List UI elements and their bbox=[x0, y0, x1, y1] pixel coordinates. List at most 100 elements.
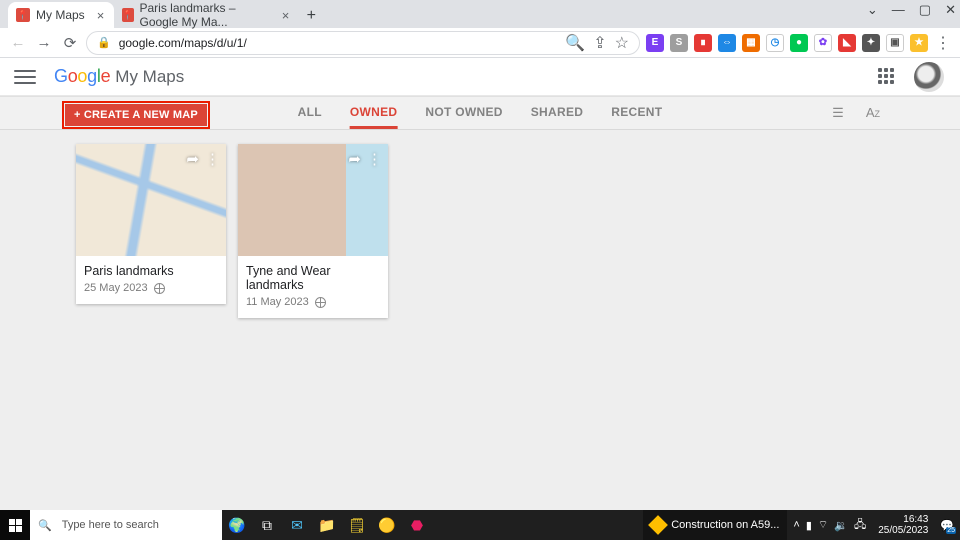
app-title: My Maps bbox=[115, 67, 184, 87]
more-icon[interactable]: ⋮ bbox=[367, 150, 382, 168]
address-bar[interactable]: 🔒 google.com/maps/d/u/1/ 🔍 ⇪ ☆ bbox=[86, 31, 640, 55]
chevron-down-icon[interactable]: ⌄ bbox=[867, 2, 878, 18]
window-titlebar: 📍 My Maps × 📍 Paris landmarks – Google M… bbox=[0, 0, 960, 28]
maximize-icon[interactable]: ▢ bbox=[919, 2, 931, 18]
close-window-icon[interactable]: ✕ bbox=[945, 2, 956, 18]
browser-tab[interactable]: 📍 Paris landmarks – Google My Ma... × bbox=[114, 2, 299, 28]
map-title: Tyne and Wear landmarks bbox=[246, 264, 380, 292]
map-thumbnail: ➦ ⋮ bbox=[76, 144, 226, 256]
extension-icon[interactable]: ◣ bbox=[838, 34, 856, 52]
create-button-highlight: + CREATE A NEW MAP bbox=[62, 101, 210, 129]
filter-recent[interactable]: RECENT bbox=[611, 97, 662, 129]
sticky-notes-icon[interactable]: 🗒 bbox=[342, 510, 372, 540]
taskbar-apps: 🌍 ⧉ ✉ 📁 🗒 🟡 ⬣ bbox=[222, 510, 432, 540]
search-icon: 🔍 bbox=[38, 519, 52, 532]
lock-icon: 🔒 bbox=[97, 36, 111, 49]
filter-tabs: ALL OWNED NOT OWNED SHARED RECENT bbox=[298, 97, 663, 129]
map-thumbnail: ➦ ⋮ bbox=[238, 144, 388, 256]
network-icon[interactable]: 🖧 bbox=[854, 516, 866, 535]
share-icon[interactable]: ➦ bbox=[348, 150, 361, 168]
wifi-icon[interactable]: ⌔ bbox=[818, 518, 828, 532]
tab-strip: 📍 My Maps × 📍 Paris landmarks – Google M… bbox=[0, 0, 323, 28]
mail-app-icon[interactable]: ✉ bbox=[282, 510, 312, 540]
mymaps-favicon: 📍 bbox=[16, 8, 30, 22]
close-tab-icon[interactable]: × bbox=[276, 8, 290, 23]
tab-title: My Maps bbox=[36, 8, 85, 22]
filter-shared[interactable]: SHARED bbox=[531, 97, 583, 129]
public-icon bbox=[154, 283, 165, 294]
extension-icon[interactable]: ● bbox=[790, 34, 808, 52]
map-title: Paris landmarks bbox=[84, 264, 218, 278]
battery-icon[interactable]: ▮ bbox=[806, 519, 812, 532]
map-date: 11 May 2023 bbox=[246, 296, 309, 308]
volume-icon[interactable]: 🔉 bbox=[834, 519, 848, 532]
browser-toolbar: ← → ⟳ 🔒 google.com/maps/d/u/1/ 🔍 ⇪ ☆ E S… bbox=[0, 28, 960, 58]
menu-button[interactable] bbox=[14, 66, 36, 88]
tab-title: Paris landmarks – Google My Ma... bbox=[140, 1, 270, 29]
extension-icon[interactable]: S bbox=[670, 34, 688, 52]
filter-owned[interactable]: OWNED bbox=[350, 97, 398, 129]
app-header: Google My Maps bbox=[0, 58, 960, 96]
back-button[interactable]: ← bbox=[8, 33, 28, 53]
search-icon[interactable]: 🔍 bbox=[565, 33, 585, 53]
minimize-icon[interactable]: — bbox=[892, 2, 905, 18]
app-icon[interactable]: ⬣ bbox=[402, 510, 432, 540]
reload-button[interactable]: ⟳ bbox=[60, 33, 80, 53]
list-view-icon[interactable]: ☰ bbox=[832, 105, 844, 121]
filter-all[interactable]: ALL bbox=[298, 97, 322, 129]
google-apps-button[interactable] bbox=[878, 68, 896, 86]
extensions-row: E S ∎ ⇔ ▦ ◷ ● ✿ ◣ ✦ ▣ ★ ⋮ bbox=[646, 33, 952, 53]
notification-badge: 25 bbox=[946, 527, 956, 534]
clock-date: 25/05/2023 bbox=[878, 525, 928, 536]
extensions-puzzle-icon[interactable]: ✦ bbox=[862, 34, 880, 52]
traffic-toast[interactable]: Construction on A59... bbox=[643, 510, 787, 540]
account-avatar[interactable] bbox=[914, 62, 944, 92]
close-tab-icon[interactable]: × bbox=[91, 8, 105, 23]
sort-az-icon[interactable]: AZ bbox=[866, 105, 880, 121]
system-tray: Construction on A59... ˄ ▮ ⌔ 🔉 🖧 16:43 2… bbox=[643, 510, 960, 540]
window-controls: ⌄ — ▢ ✕ bbox=[867, 2, 956, 18]
extension-icon[interactable]: ★ bbox=[910, 34, 928, 52]
start-button[interactable] bbox=[0, 510, 30, 540]
more-icon[interactable]: ⋮ bbox=[205, 150, 220, 168]
mymaps-favicon: 📍 bbox=[122, 8, 133, 22]
public-icon bbox=[315, 297, 326, 308]
toast-text: Construction on A59... bbox=[671, 519, 779, 531]
sidepanel-icon[interactable]: ▣ bbox=[886, 34, 904, 52]
maps-grid: ➦ ⋮ Paris landmarks 25 May 2023 ➦ ⋮ Tyne… bbox=[0, 130, 960, 510]
action-center-icon[interactable]: 💬25 bbox=[940, 519, 954, 532]
map-date: 25 May 2023 bbox=[84, 282, 148, 294]
extension-icon[interactable]: ✿ bbox=[814, 34, 832, 52]
chrome-icon[interactable]: 🟡 bbox=[372, 510, 402, 540]
forward-button[interactable]: → bbox=[34, 33, 54, 53]
create-new-map-button[interactable]: + CREATE A NEW MAP bbox=[65, 104, 207, 126]
tray-overflow-icon[interactable]: ˄ bbox=[793, 519, 799, 531]
share-icon[interactable]: ⇪ bbox=[593, 33, 606, 53]
filter-toolbar: + CREATE A NEW MAP ALL OWNED NOT OWNED S… bbox=[0, 96, 960, 130]
extension-icon[interactable]: E bbox=[646, 34, 664, 52]
google-logo: Google bbox=[54, 66, 110, 87]
map-card[interactable]: ➦ ⋮ Tyne and Wear landmarks 11 May 2023 bbox=[238, 144, 388, 318]
explorer-icon[interactable]: 📁 bbox=[312, 510, 342, 540]
chrome-menu-icon[interactable]: ⋮ bbox=[934, 33, 952, 53]
extension-icon[interactable]: ◷ bbox=[766, 34, 784, 52]
map-card[interactable]: ➦ ⋮ Paris landmarks 25 May 2023 bbox=[76, 144, 226, 304]
extension-icon[interactable]: ∎ bbox=[694, 34, 712, 52]
view-controls: ☰ AZ bbox=[832, 105, 880, 121]
clock-time: 16:43 bbox=[878, 514, 928, 525]
news-widget-icon[interactable]: 🌍 bbox=[222, 510, 252, 540]
url-text: google.com/maps/d/u/1/ bbox=[119, 36, 558, 50]
share-icon[interactable]: ➦ bbox=[186, 150, 199, 168]
search-placeholder: Type here to search bbox=[62, 519, 159, 531]
filter-not-owned[interactable]: NOT OWNED bbox=[425, 97, 502, 129]
extension-icon[interactable]: ⇔ bbox=[718, 34, 736, 52]
taskbar-search[interactable]: 🔍 Type here to search bbox=[30, 510, 222, 540]
windows-taskbar: 🔍 Type here to search 🌍 ⧉ ✉ 📁 🗒 🟡 ⬣ Cons… bbox=[0, 510, 960, 540]
taskbar-clock[interactable]: 16:43 25/05/2023 bbox=[872, 514, 934, 536]
extension-icon[interactable]: ▦ bbox=[742, 34, 760, 52]
taskview-icon[interactable]: ⧉ bbox=[252, 510, 282, 540]
browser-tab-active[interactable]: 📍 My Maps × bbox=[8, 2, 114, 28]
bookmark-icon[interactable]: ☆ bbox=[615, 33, 629, 53]
warning-icon bbox=[648, 515, 668, 535]
new-tab-button[interactable]: + bbox=[299, 4, 323, 28]
